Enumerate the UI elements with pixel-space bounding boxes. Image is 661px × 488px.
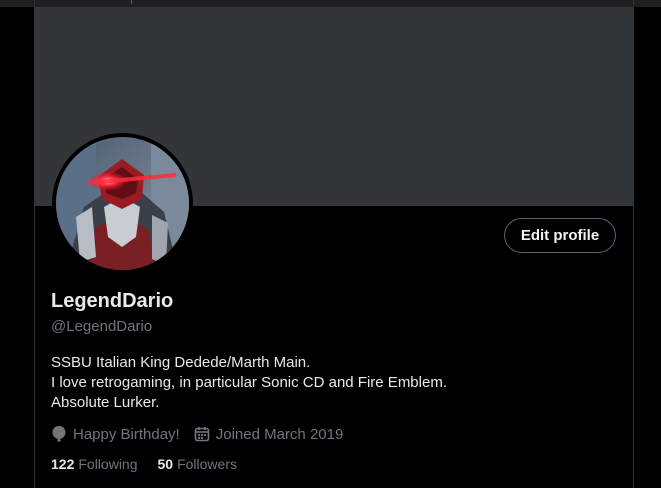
balloon-icon [52,426,66,442]
avatar-image [56,137,189,270]
bio-line: Absolute Lurker. [51,394,160,411]
avatar[interactable] [52,133,193,274]
profile-bio: SSBU Italian King Dedede/Marth Main. I l… [51,353,611,413]
profile-meta: Happy Birthday! Joined March 2019 [51,424,357,444]
edit-profile-button[interactable]: Edit profile [504,218,616,253]
followers-count: 50 [157,456,174,472]
bio-line: SSBU Italian King Dedede/Marth Main. [51,354,311,371]
follow-stats: 122 Following 50 Followers [51,456,257,472]
joined-text: Joined March 2019 [215,425,344,443]
birthday-text: Happy Birthday! [73,425,180,443]
birthday-info: Happy Birthday! [51,425,180,443]
following-count: 122 [51,456,75,472]
following-link[interactable]: 122 Following [51,456,138,472]
user-handle: @LegendDario [51,318,153,335]
calendar-icon [194,427,210,442]
followers-label: Followers [177,456,237,472]
followers-link[interactable]: 50 Followers [158,456,237,472]
following-label: Following [78,456,138,472]
display-name: LegendDario [51,290,174,312]
bio-line: I love retrogaming, in particular Sonic … [51,374,447,391]
joined-info: Joined March 2019 [194,425,344,443]
